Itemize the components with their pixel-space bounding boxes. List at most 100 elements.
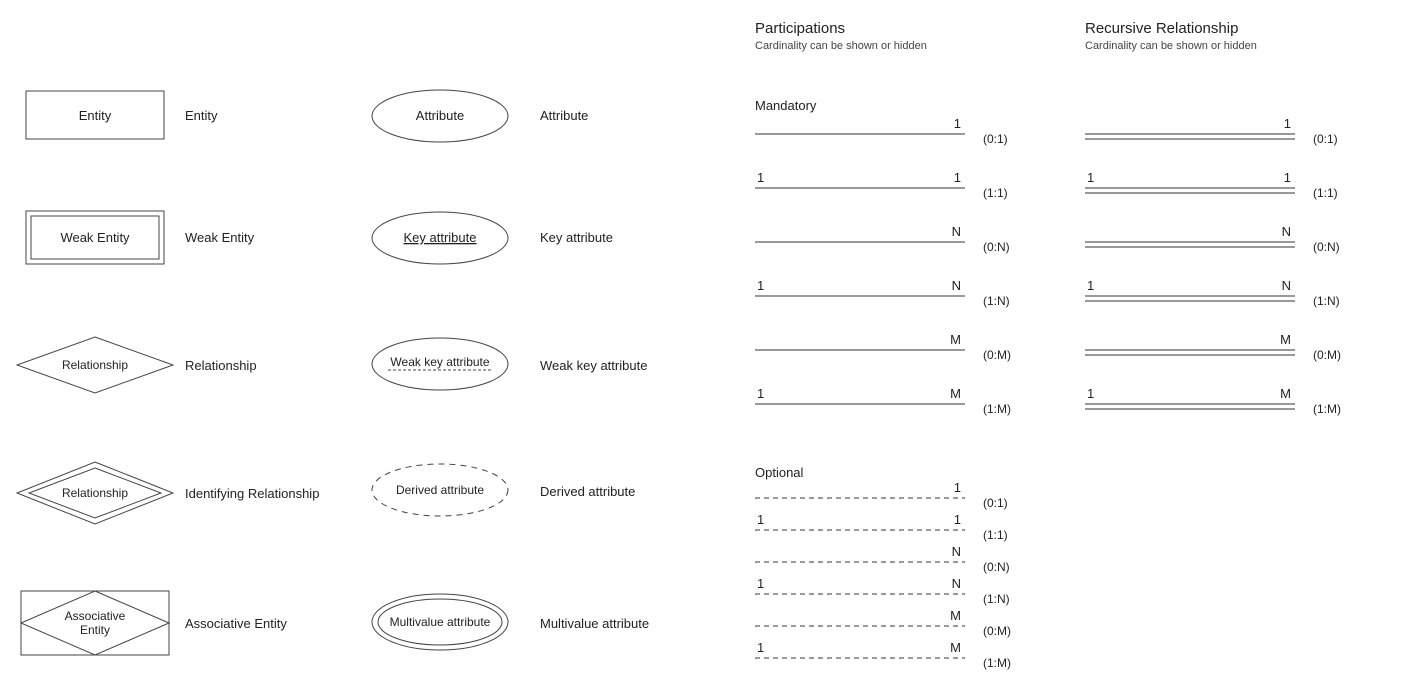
identifying-relationship-label: Identifying Relationship bbox=[185, 486, 319, 501]
multivalue-attribute-shape: Multivalue attribute bbox=[370, 592, 510, 652]
entity-shape-text: Entity bbox=[79, 108, 112, 123]
key-attribute-shape: Key attribute bbox=[370, 210, 510, 266]
participations-subtitle: Cardinality can be shown or hidden bbox=[755, 40, 927, 52]
cardinality-row: 1 1 (1:1) bbox=[1085, 166, 1385, 220]
identifying-relationship-shape: Relationship bbox=[15, 460, 175, 526]
cardinality-text: (0:M) bbox=[1313, 348, 1341, 362]
cardinality-row: N (0:N) bbox=[755, 542, 1055, 574]
mandatory-title: Mandatory bbox=[755, 98, 816, 113]
cardinality-row: M (0:M) bbox=[1085, 328, 1385, 382]
svg-text:1: 1 bbox=[954, 116, 961, 131]
cardinality-row: 1 (0:1) bbox=[1085, 112, 1385, 166]
cardinality-text: (0:1) bbox=[983, 132, 1008, 146]
svg-text:N: N bbox=[952, 544, 961, 559]
cardinality-row: 1 1 (1:1) bbox=[755, 510, 1055, 542]
svg-text:1: 1 bbox=[954, 480, 961, 495]
recursive-title: Recursive Relationship bbox=[1085, 20, 1238, 37]
svg-text:1: 1 bbox=[1087, 278, 1094, 293]
weak-entity-label: Weak Entity bbox=[185, 230, 254, 245]
multivalue-attribute-shape-text: Multivalue attribute bbox=[390, 615, 491, 629]
cardinality-row: N (0:N) bbox=[755, 220, 1055, 274]
cardinality-row: 1 M (1:M) bbox=[755, 638, 1055, 670]
identifying-relationship-shape-text: Relationship bbox=[62, 486, 128, 500]
entity-label: Entity bbox=[185, 108, 218, 123]
derived-attribute-shape: Derived attribute bbox=[370, 462, 510, 518]
associative-entity-label: Associative Entity bbox=[185, 616, 287, 631]
cardinality-text: (0:1) bbox=[1313, 132, 1338, 146]
svg-text:M: M bbox=[950, 386, 961, 401]
cardinality-text: (0:N) bbox=[983, 560, 1010, 574]
svg-text:1: 1 bbox=[757, 386, 764, 401]
cardinality-row: 1 N (1:N) bbox=[755, 274, 1055, 328]
svg-text:1: 1 bbox=[757, 512, 764, 527]
participations-title: Participations bbox=[755, 20, 845, 37]
svg-text:1: 1 bbox=[757, 576, 764, 591]
cardinality-text: (0:1) bbox=[983, 496, 1008, 510]
weak-entity-shape-text: Weak Entity bbox=[60, 230, 130, 245]
cardinality-text: (0:M) bbox=[983, 348, 1011, 362]
attribute-shape-text: Attribute bbox=[416, 108, 464, 123]
svg-text:M: M bbox=[1280, 332, 1291, 347]
entity-shape: Entity bbox=[25, 90, 165, 140]
cardinality-row: 1 (0:1) bbox=[755, 478, 1055, 510]
svg-text:M: M bbox=[950, 608, 961, 623]
cardinality-text: (1:N) bbox=[1313, 294, 1340, 308]
weak-key-attribute-shape: Weak key attribute bbox=[370, 336, 510, 392]
svg-text:M: M bbox=[1280, 386, 1291, 401]
relationship-shape-text: Relationship bbox=[62, 358, 128, 372]
cardinality-row: 1 M (1:M) bbox=[755, 382, 1055, 436]
weak-entity-shape: Weak Entity bbox=[25, 210, 165, 265]
svg-text:1: 1 bbox=[1284, 170, 1291, 185]
svg-text:1: 1 bbox=[1284, 116, 1291, 131]
svg-text:N: N bbox=[952, 224, 961, 239]
derived-attribute-shape-text: Derived attribute bbox=[396, 483, 484, 497]
svg-text:1: 1 bbox=[757, 640, 764, 655]
key-attribute-label: Key attribute bbox=[540, 230, 613, 245]
cardinality-row: M (0:M) bbox=[755, 328, 1055, 382]
cardinality-text: (1:1) bbox=[983, 186, 1008, 200]
cardinality-text: (1:1) bbox=[983, 528, 1008, 542]
cardinality-text: (0:N) bbox=[983, 240, 1010, 254]
svg-text:N: N bbox=[952, 576, 961, 591]
derived-attribute-label: Derived attribute bbox=[540, 484, 635, 499]
cardinality-row: 1 1 (1:1) bbox=[755, 166, 1055, 220]
attribute-label: Attribute bbox=[540, 108, 588, 123]
cardinality-row: 1 N (1:N) bbox=[1085, 274, 1385, 328]
weak-key-attribute-shape-text: Weak key attribute bbox=[390, 355, 489, 369]
weak-key-attribute-label: Weak key attribute bbox=[540, 358, 647, 373]
svg-text:N: N bbox=[1282, 224, 1291, 239]
cardinality-text: (1:1) bbox=[1313, 186, 1338, 200]
svg-text:N: N bbox=[1282, 278, 1291, 293]
optional-rows: 1 (0:1) 1 1 (1:1) N (0:N) 1 N (1:N) bbox=[755, 478, 1055, 670]
svg-text:Associative: Associative bbox=[65, 609, 126, 623]
cardinality-text: (1:N) bbox=[983, 592, 1010, 606]
svg-text:1: 1 bbox=[954, 512, 961, 527]
cardinality-text: (1:M) bbox=[983, 402, 1011, 416]
svg-text:N: N bbox=[952, 278, 961, 293]
cardinality-row: 1 N (1:N) bbox=[755, 574, 1055, 606]
cardinality-row: 1 (0:1) bbox=[755, 112, 1055, 166]
multivalue-attribute-label: Multivalue attribute bbox=[540, 616, 649, 631]
cardinality-text: (0:M) bbox=[983, 624, 1011, 638]
cardinality-text: (0:N) bbox=[1313, 240, 1340, 254]
svg-text:1: 1 bbox=[757, 278, 764, 293]
svg-text:1: 1 bbox=[757, 170, 764, 185]
svg-text:Entity: Entity bbox=[80, 623, 110, 637]
associative-entity-shape: Associative Entity bbox=[20, 590, 170, 656]
svg-text:1: 1 bbox=[1087, 386, 1094, 401]
svg-text:1: 1 bbox=[954, 170, 961, 185]
cardinality-text: (1:N) bbox=[983, 294, 1010, 308]
cardinality-row: M (0:M) bbox=[755, 606, 1055, 638]
erd-legend-diagram: Entity Entity Weak Entity Weak Entity Re… bbox=[0, 0, 1413, 700]
recursive-subtitle: Cardinality can be shown or hidden bbox=[1085, 40, 1257, 52]
relationship-label: Relationship bbox=[185, 358, 257, 373]
cardinality-text: (1:M) bbox=[1313, 402, 1341, 416]
mandatory-rows: 1 (0:1) 1 1 (1:1) N (0:N) 1 N (1:N) bbox=[755, 112, 1055, 436]
svg-text:M: M bbox=[950, 332, 961, 347]
cardinality-row: 1 M (1:M) bbox=[1085, 382, 1385, 436]
cardinality-text: (1:M) bbox=[983, 656, 1011, 670]
relationship-shape: Relationship bbox=[15, 335, 175, 395]
attribute-shape: Attribute bbox=[370, 88, 510, 144]
key-attribute-shape-text: Key attribute bbox=[404, 230, 477, 245]
recursive-rows: 1 (0:1) 1 1 (1:1) N (0:N) 1 N (1:N) bbox=[1085, 112, 1385, 436]
